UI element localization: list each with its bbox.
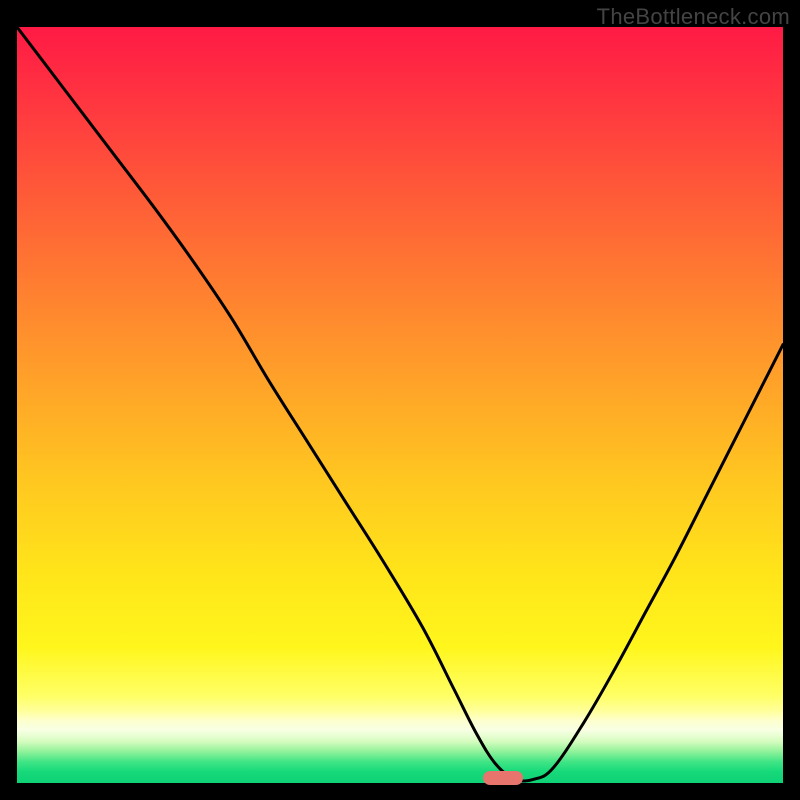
chart-frame: TheBottleneck.com bbox=[0, 0, 800, 800]
watermark-text: TheBottleneck.com bbox=[597, 4, 790, 30]
gradient-background bbox=[17, 27, 783, 783]
chart-svg bbox=[17, 27, 783, 783]
optimal-range-marker bbox=[483, 771, 523, 785]
plot-area bbox=[17, 27, 783, 783]
